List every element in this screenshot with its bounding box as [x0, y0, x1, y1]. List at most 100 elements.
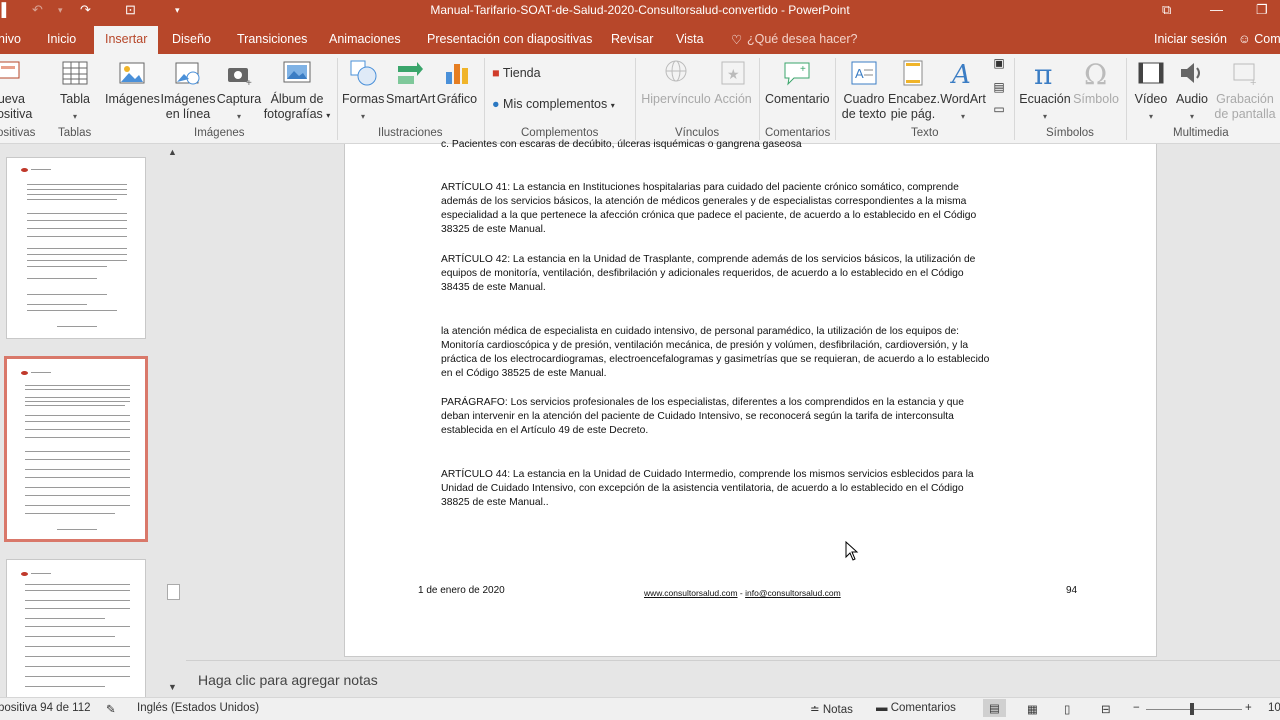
thumb-line [31, 573, 51, 574]
zoom-in-icon[interactable]: + [1245, 702, 1252, 714]
footer-website-link[interactable]: www.consultorsalud.com [644, 588, 738, 598]
ribbon-display-icon[interactable]: ⧉ [1162, 2, 1171, 18]
normal-view-icon: ▤ [989, 703, 1000, 715]
minimize-icon[interactable]: — [1210, 2, 1223, 17]
language-indicator[interactable]: Inglés (Estados Unidos) [137, 702, 259, 714]
normal-view-button[interactable]: ▤ [983, 699, 1006, 717]
my-addins-button[interactable]: ● Mis complementos ▾ [492, 97, 615, 113]
reading-view-button[interactable]: ▯ [1064, 702, 1070, 716]
store-button[interactable]: ■ Tienda [492, 66, 541, 81]
pictures-label: Imágenes [105, 92, 160, 106]
symbol-button[interactable]: Ω Símbolo [1072, 58, 1120, 107]
group-label-imagenes: Imágenes [194, 127, 245, 139]
footer-email-link[interactable]: info@consultorsalud.com [745, 588, 841, 598]
tab-diseno[interactable]: Diseño [172, 32, 211, 46]
slide-thumbnail-95[interactable] [6, 559, 146, 699]
equation-button[interactable]: π Ecuación ▾ [1018, 58, 1072, 124]
wordart-button[interactable]: A WordArt ▾ [940, 58, 986, 124]
group-label-simbolos: Símbolos [1046, 127, 1094, 139]
thumbnail-scrollbar[interactable]: ▲ ▼ [165, 144, 182, 697]
thumb-line [25, 389, 130, 390]
tell-me-search[interactable]: ¿Qué desea hacer? [747, 32, 858, 46]
user-icon: ☺ [1238, 32, 1251, 46]
thumb-line [25, 451, 130, 452]
svg-text:Ω: Ω [1084, 58, 1107, 88]
object-button[interactable]: ▭ [990, 102, 1008, 117]
screen-recording-button[interactable]: + Grabación de pantalla [1212, 58, 1278, 122]
svg-text:+: + [800, 64, 806, 75]
thumb-line [25, 646, 130, 647]
thumb-line [27, 199, 117, 200]
video-button[interactable]: Vídeo ▾ [1130, 58, 1172, 124]
tab-presentacion[interactable]: Presentación con diapositivas [427, 32, 592, 46]
date-time-button[interactable]: ▣ [990, 56, 1008, 71]
header-footer-button[interactable]: Encabez. pie pág. [888, 58, 941, 122]
restore-icon[interactable]: ❐ [1256, 2, 1268, 18]
screenshot-label: Captura [216, 92, 262, 106]
shapes-icon [350, 60, 377, 86]
zoom-level[interactable]: 10 [1268, 702, 1280, 714]
hyperlink-button[interactable]: Hipervínculo [641, 58, 711, 107]
action-button[interactable]: ★ Acción [712, 58, 754, 107]
slide-sorter-button[interactable]: ▦ [1027, 702, 1038, 716]
table-button[interactable]: Tabla ▾ [55, 58, 95, 124]
my-addins-label: Mis complementos [503, 97, 608, 111]
spellcheck-icon[interactable]: ✎ [106, 702, 116, 716]
zoom-out-icon[interactable]: − [1133, 702, 1140, 714]
notes-toggle-button[interactable]: ≐ Notas [810, 702, 853, 716]
slide-sorter-icon: ▦ [1027, 704, 1038, 716]
article-42-paragraph: ARTÍCULO 42: La estancia en la Unidad de… [441, 254, 976, 293]
hyperlink-icon [665, 60, 687, 82]
zoom-slider[interactable] [1146, 703, 1242, 715]
online-pictures-button[interactable]: Imágenes en línea [160, 58, 216, 122]
audio-label: Audio [1176, 92, 1208, 106]
ribbon-separator [484, 58, 485, 140]
svg-text:+: + [246, 78, 252, 88]
slide-canvas[interactable]: c. Pacientes con escaras de decúbito, úl… [344, 139, 1157, 657]
comments-icon: ▬ [876, 702, 888, 714]
online-picture-icon [175, 62, 200, 85]
notes-pane[interactable]: Haga clic para agregar notas [186, 660, 1280, 698]
share-button[interactable]: ☺ Com [1238, 32, 1280, 46]
audio-button[interactable]: Audio ▾ [1172, 58, 1212, 124]
tab-revisar[interactable]: Revisar [611, 32, 653, 46]
textbox-button[interactable]: A Cuadro de texto [840, 58, 888, 122]
scrollbar-thumb[interactable] [167, 584, 180, 600]
group-label-ilustraciones: Ilustraciones [378, 127, 443, 139]
new-slide-button[interactable]: lueva positiva [0, 58, 32, 122]
svg-text:★: ★ [727, 66, 740, 82]
article-41-paragraph: ARTÍCULO 41: La estancia en Institucione… [441, 182, 977, 235]
pi-icon: π [1034, 58, 1052, 88]
shapes-dropdown-icon: ▾ [360, 112, 365, 121]
tab-insertar[interactable]: Insertar [94, 26, 159, 54]
header-footer-label-1: Encabez. [888, 92, 941, 106]
thumb-line [27, 189, 127, 190]
shapes-button[interactable]: Formas ▾ [342, 58, 384, 124]
smartart-button[interactable]: SmartArt [386, 58, 435, 107]
slideshow-button[interactable]: ⊟ [1101, 702, 1111, 716]
comments-toggle-button[interactable]: ▬ Comentarios [876, 702, 956, 714]
tab-vista[interactable]: Vista [676, 32, 704, 46]
tab-inicio[interactable]: Inicio [47, 32, 76, 46]
pictures-button[interactable]: Imágenes [105, 58, 160, 107]
ribbon-separator [1126, 58, 1127, 140]
hyperlink-label: Hipervínculo [641, 92, 711, 106]
tab-animaciones[interactable]: Animaciones [329, 32, 401, 46]
slide-number-button[interactable]: ▤ [990, 80, 1008, 95]
photo-album-icon [283, 61, 311, 83]
slide-thumbnail-93[interactable] [6, 157, 146, 339]
photo-album-label-2: fotografías [263, 107, 323, 121]
photo-album-button[interactable]: Álbum de fotografías ▾ [263, 58, 331, 123]
tab-file[interactable]: nivo [0, 32, 21, 46]
chart-button[interactable]: Gráfico [436, 58, 478, 107]
slide-thumbnail-94-selected[interactable] [4, 356, 148, 542]
tab-transiciones[interactable]: Transiciones [237, 32, 307, 46]
scroll-down-icon[interactable]: ▼ [168, 682, 177, 692]
thumb-line [25, 487, 130, 488]
signin-link[interactable]: Iniciar sesión [1154, 32, 1227, 46]
comment-button[interactable]: + Comentario [765, 58, 830, 107]
screenshot-button[interactable]: + Captura ▾ [215, 58, 263, 124]
zoom-slider-thumb[interactable] [1190, 703, 1194, 715]
scroll-up-icon[interactable]: ▲ [168, 147, 177, 157]
thumb-line [25, 618, 105, 619]
